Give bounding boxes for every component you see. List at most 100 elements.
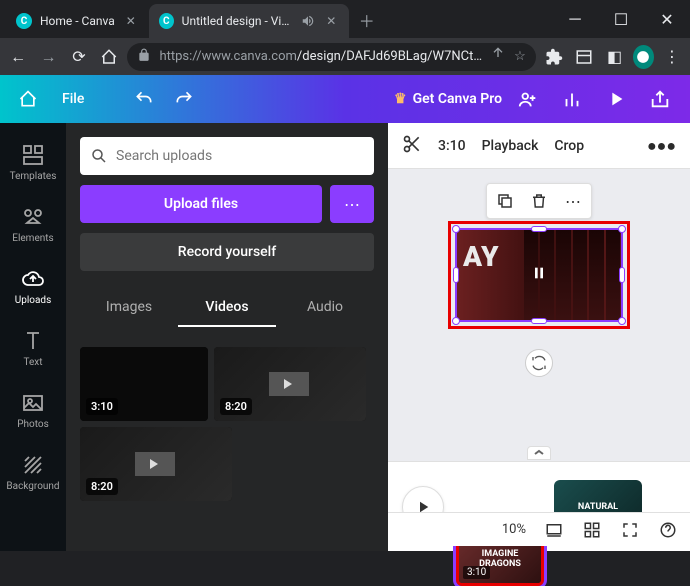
- resize-handle[interactable]: [453, 267, 459, 283]
- view-mode-icon[interactable]: [544, 520, 564, 540]
- get-pro-button[interactable]: ♛ Get Canva Pro: [394, 91, 502, 107]
- redo-button[interactable]: [168, 83, 200, 115]
- grid-view-icon[interactable]: [582, 520, 602, 540]
- canva-home-button[interactable]: [12, 83, 44, 115]
- canva-topbar: File ♛ Get Canva Pro: [0, 75, 690, 123]
- browser-tab-design[interactable]: C Untitled design - Video ✕: [149, 4, 349, 38]
- rail-label: Templates: [10, 171, 57, 182]
- duration-badge: 3:10: [86, 398, 118, 415]
- duplicate-icon[interactable]: [495, 191, 515, 211]
- rail-background[interactable]: Background: [0, 441, 66, 503]
- undo-button[interactable]: [128, 83, 160, 115]
- canva-favicon-icon: C: [16, 13, 32, 29]
- footer-bar: 10%: [388, 512, 690, 546]
- tab-audio[interactable]: Audio: [276, 289, 374, 327]
- upload-options-button[interactable]: ⋯: [330, 185, 374, 223]
- search-icon: [90, 147, 108, 165]
- new-tab-button[interactable]: ＋: [353, 6, 381, 34]
- share-button[interactable]: [642, 81, 678, 117]
- search-input[interactable]: [116, 148, 364, 164]
- more-options-icon[interactable]: ●●●: [647, 136, 676, 156]
- present-button[interactable]: [598, 81, 634, 117]
- share-icon[interactable]: [490, 47, 506, 67]
- canva-favicon-icon: C: [159, 13, 174, 29]
- upload-files-button[interactable]: Upload files: [80, 185, 322, 223]
- minimize-button[interactable]: ─: [552, 0, 598, 38]
- app-body: Templates Elements Uploads Text Photos B…: [0, 123, 690, 551]
- media-tabs: Images Videos Audio: [80, 289, 374, 327]
- rail-label: Elements: [12, 233, 53, 244]
- scissors-icon[interactable]: [402, 134, 422, 158]
- resize-handle[interactable]: [618, 317, 626, 325]
- pro-label: Get Canva Pro: [413, 91, 502, 107]
- record-yourself-button[interactable]: Record yourself: [80, 233, 374, 271]
- rail-photos[interactable]: Photos: [0, 379, 66, 441]
- url-text: https://www.canva.com/design/DAFJd69BLag…: [159, 49, 482, 64]
- clip-label: NATURAL: [578, 502, 618, 512]
- playback-button[interactable]: Playback: [482, 138, 539, 154]
- browser-toolbar: ← → ⟳ https://www.canva.com/design/DAFJd…: [0, 38, 690, 75]
- address-bar[interactable]: https://www.canva.com/design/DAFJd69BLag…: [127, 43, 535, 71]
- menu-icon[interactable]: ⋮: [660, 43, 684, 71]
- expand-timeline-button[interactable]: [527, 446, 551, 460]
- lock-icon: [137, 48, 151, 66]
- pause-icon[interactable]: [531, 265, 547, 285]
- rail-text[interactable]: Text: [0, 317, 66, 379]
- close-icon[interactable]: ✕: [324, 13, 339, 29]
- fullscreen-icon[interactable]: [620, 520, 640, 540]
- rail-elements[interactable]: Elements: [0, 193, 66, 255]
- video-overlay-text: AY: [463, 240, 500, 273]
- close-icon[interactable]: ✕: [123, 13, 139, 29]
- file-menu[interactable]: File: [52, 91, 94, 107]
- close-window-button[interactable]: ✕: [644, 0, 690, 38]
- browser-tabs: C Home - Canva ✕ C Untitled design - Vid…: [0, 0, 552, 38]
- resize-handle[interactable]: [452, 317, 460, 325]
- tab-title: Home - Canva: [40, 14, 115, 28]
- home-button[interactable]: [97, 43, 121, 71]
- delete-icon[interactable]: [529, 191, 549, 211]
- resize-handle[interactable]: [452, 225, 460, 233]
- collaborate-icon[interactable]: [510, 81, 546, 117]
- rail-label: Uploads: [15, 295, 51, 306]
- crown-icon: ♛: [394, 91, 407, 107]
- reading-list-icon[interactable]: [572, 43, 596, 71]
- zoom-label[interactable]: 10%: [502, 522, 526, 537]
- help-icon[interactable]: [658, 520, 678, 540]
- tab-images[interactable]: Images: [80, 289, 178, 327]
- bookmark-icon[interactable]: ☆: [514, 49, 526, 64]
- search-uploads[interactable]: [80, 137, 374, 175]
- resize-handle[interactable]: [619, 267, 625, 283]
- browser-tab-home[interactable]: C Home - Canva ✕: [6, 4, 149, 38]
- clip-duration: 3:10: [463, 566, 490, 579]
- video-element[interactable]: AY: [455, 228, 623, 322]
- crop-button[interactable]: Crop: [554, 138, 584, 154]
- resize-handle[interactable]: [618, 225, 626, 233]
- canvas-toolbar: 3:10 Playback Crop ●●●: [388, 123, 690, 169]
- back-button[interactable]: ←: [6, 43, 30, 71]
- resize-handle[interactable]: [531, 226, 547, 232]
- maximize-button[interactable]: ☐: [598, 0, 644, 38]
- reload-button[interactable]: ⟳: [67, 43, 91, 71]
- canvas-area: 3:10 Playback Crop ●●● ⋯ AY: [388, 123, 690, 551]
- tab-videos[interactable]: Videos: [178, 289, 276, 327]
- window-controls: ─ ☐ ✕: [552, 0, 690, 38]
- duration-label[interactable]: 3:10: [438, 138, 466, 154]
- resize-handle[interactable]: [531, 318, 547, 324]
- more-icon[interactable]: ⋯: [563, 191, 583, 211]
- analytics-icon[interactable]: [554, 81, 590, 117]
- extensions-icon[interactable]: [542, 43, 566, 71]
- forward-button[interactable]: →: [36, 43, 60, 71]
- duration-badge: 8:20: [220, 398, 252, 415]
- rail-label: Photos: [17, 419, 49, 430]
- upload-thumb[interactable]: 8:20: [80, 427, 232, 501]
- profile-avatar[interactable]: [633, 45, 654, 69]
- extension-1-icon[interactable]: ◧: [602, 43, 626, 71]
- rail-templates[interactable]: Templates: [0, 131, 66, 193]
- stage[interactable]: ⋯ AY: [388, 169, 690, 461]
- selection-toolbar: ⋯: [486, 183, 592, 219]
- mute-icon[interactable]: [301, 13, 316, 29]
- rail-uploads[interactable]: Uploads: [0, 255, 66, 317]
- sync-button[interactable]: [525, 349, 553, 377]
- upload-thumb[interactable]: 3:10: [80, 347, 208, 421]
- upload-thumb[interactable]: 8:20: [214, 347, 366, 421]
